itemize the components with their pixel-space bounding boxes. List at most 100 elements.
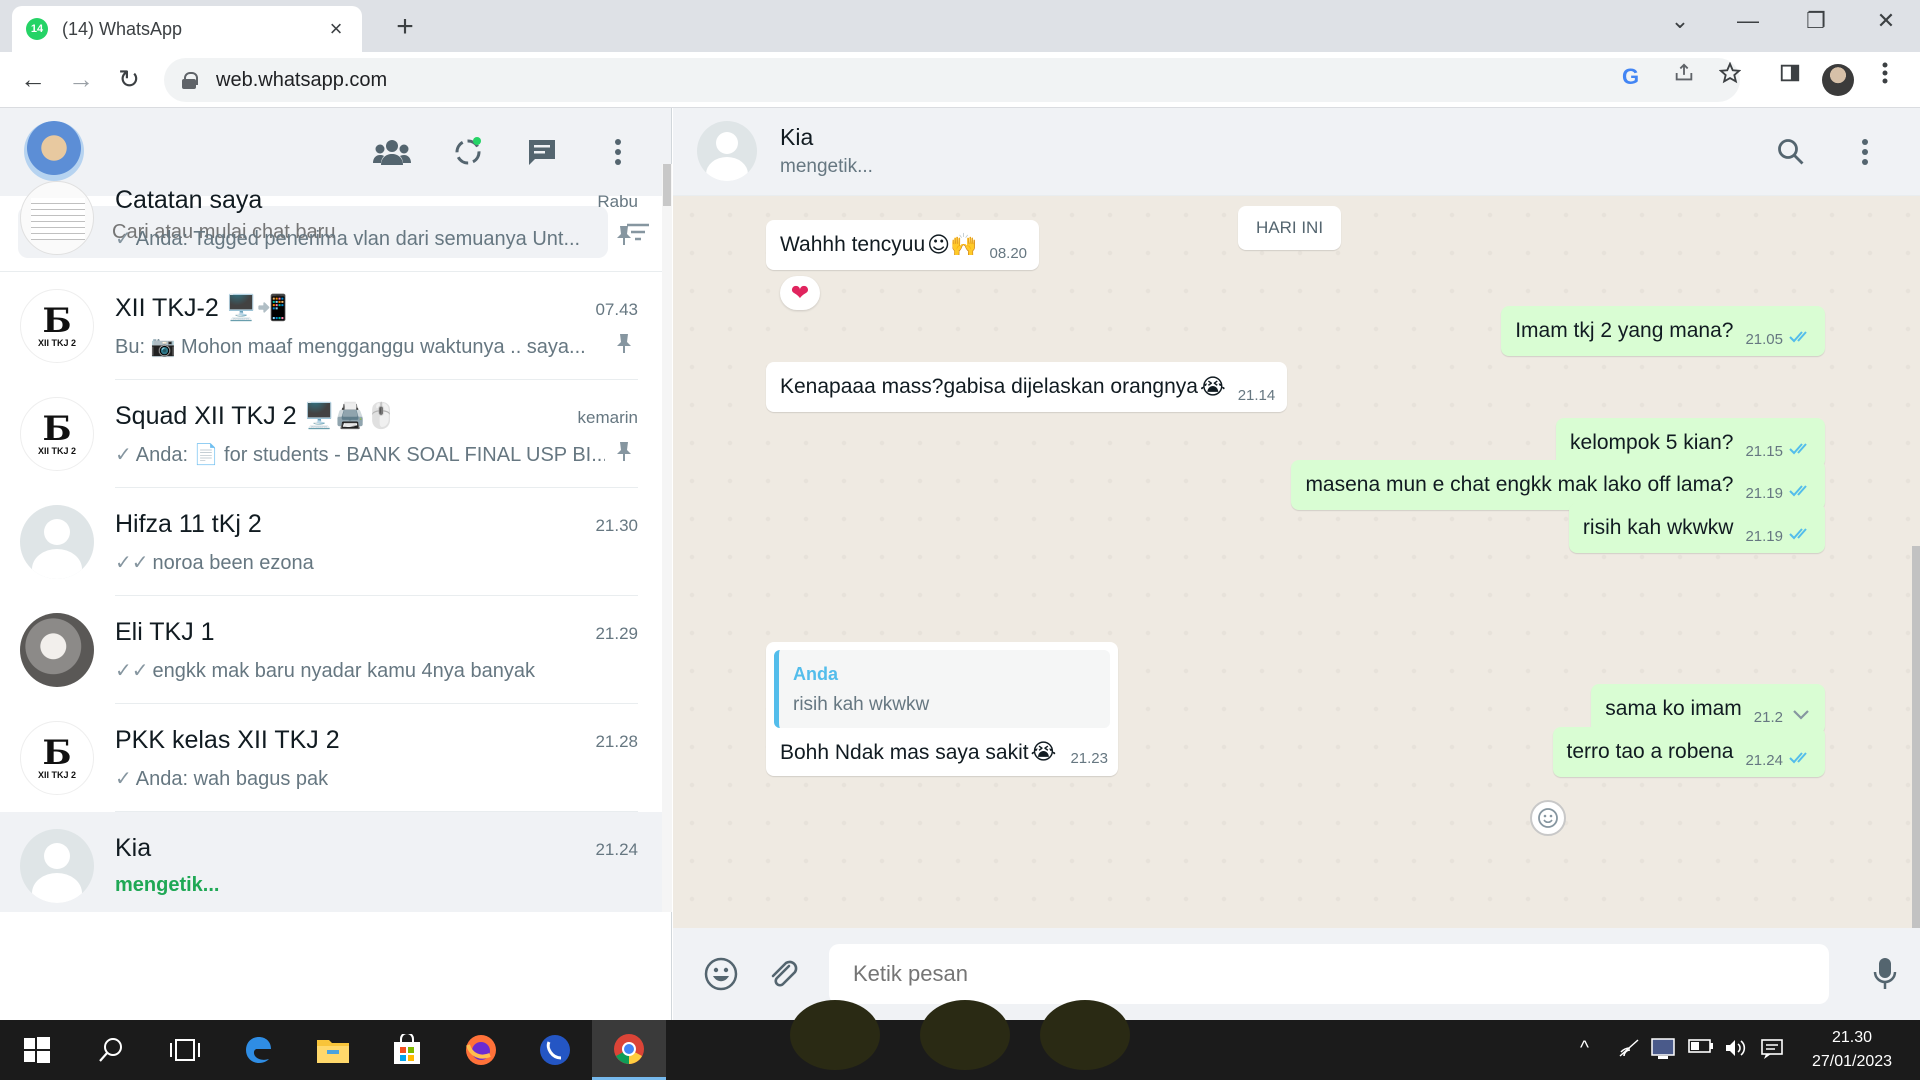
chat-preview-text: engkk mak baru nyadar kamu 4nya banyak: [152, 660, 535, 682]
chat-preview: ✓✓ engkk mak baru nyadar kamu 4nya banyak: [115, 658, 535, 683]
chat-preview: Bu: 📷 Mohon maaf mengganggu waktunya .. …: [115, 334, 586, 359]
network-icon[interactable]: [1650, 1038, 1676, 1066]
sent-check-icon: ✓: [115, 444, 132, 466]
taskbar-clock[interactable]: 21.30 27/01/2023: [1802, 1026, 1902, 1074]
tray-overflow-icon[interactable]: ^: [1580, 1038, 1589, 1060]
quoted-message[interactable]: Anda risih kah wkwkw: [774, 650, 1110, 728]
chat-list-scrollbar[interactable]: [662, 164, 672, 912]
clock-date: 27/01/2023: [1811, 1053, 1893, 1070]
chat-preview-text: Anda: Tagged penerima vlan dari semuanya…: [135, 228, 581, 250]
chat-list-scroll-thumb[interactable]: [663, 164, 671, 206]
window-close-button[interactable]: ✕: [1866, 8, 1906, 34]
search-messages-icon[interactable]: [1771, 132, 1811, 172]
share-icon[interactable]: [1667, 62, 1701, 90]
contact-avatar[interactable]: [697, 121, 757, 181]
read-ticks-icon: [1783, 442, 1813, 460]
forward-button[interactable]: →: [64, 64, 98, 95]
conversation-scrollbar[interactable]: [1912, 546, 1920, 928]
side-panel-icon[interactable]: [1773, 62, 1807, 90]
tab-search-button[interactable]: ⌄: [1660, 8, 1700, 34]
message-text: Imam tkj 2 yang mana?: [1515, 319, 1734, 342]
task-view-icon[interactable]: [148, 1020, 222, 1080]
tab-title: (14) WhatsApp: [62, 18, 183, 39]
browser-tab-whatsapp[interactable]: 14 (14) WhatsApp ×: [12, 6, 362, 52]
conversation-header[interactable]: Kia mengetik...: [673, 108, 1920, 196]
store-icon[interactable]: [370, 1020, 444, 1080]
chat-preview-text: Bu: 📷 Mohon maaf mengganggu waktunya .. …: [115, 336, 586, 358]
message-input[interactable]: [829, 944, 1829, 1004]
firefox-icon[interactable]: [444, 1020, 518, 1080]
microphone-icon[interactable]: [1865, 954, 1905, 994]
browser-menu-icon[interactable]: [1868, 62, 1902, 90]
chat-list-item[interactable]: Catatan saya Rabu ✓ Anda: Tagged penerima v…: [0, 164, 662, 272]
chat-avatar: [20, 181, 94, 255]
volume-icon[interactable]: [1724, 1038, 1748, 1064]
back-button[interactable]: ←: [16, 64, 50, 95]
message-options-chevron-icon[interactable]: [1783, 708, 1813, 726]
chat-list-item[interactable]: Ƃ XII TKJ 2 Squad XII TKJ 2 🖥️🖨️🖱️ kemarin ✓…: [0, 380, 662, 488]
reload-button[interactable]: ↻: [112, 64, 146, 95]
chat-name: Kia: [115, 834, 152, 862]
chat-item-body: Eli TKJ 1 21.29 ✓✓ engkk mak baru nyadar ka…: [115, 596, 638, 704]
chat-time: 21.24: [595, 840, 638, 859]
new-tab-button[interactable]: +: [390, 10, 420, 44]
attach-icon[interactable]: [763, 954, 803, 994]
pin-icon: [614, 440, 636, 464]
read-ticks-icon: [1783, 751, 1813, 769]
chat-name: Eli TKJ 1: [115, 618, 215, 646]
restore-button[interactable]: ❐: [1796, 8, 1836, 34]
edge-icon[interactable]: [222, 1020, 296, 1080]
chat-avatar: [20, 505, 94, 579]
taskbar-search-icon[interactable]: [74, 1020, 148, 1080]
outgoing-message[interactable]: risih kah wkwkw 21.19: [1568, 503, 1825, 553]
chat-list-item[interactable]: Hifza 11 tKj 2 21.30 ✓✓ noroa been ezona: [0, 488, 662, 596]
chat-list-item[interactable]: Kia 21.24 mengetik...: [0, 812, 662, 912]
chat-preview: ✓ Anda: Tagged penerima vlan dari semuany…: [115, 226, 580, 251]
chrome-icon[interactable]: [592, 1020, 666, 1080]
message-meta: 08.20: [989, 245, 1027, 262]
ime-icon[interactable]: [1760, 1038, 1784, 1066]
reply-message-bubble[interactable]: Anda risih kah wkwkw Bohh Ndak mas saya …: [766, 642, 1118, 776]
outgoing-message[interactable]: terro tao a robena 21.24: [1552, 727, 1825, 777]
reply-text-content: Bohh Ndak mas saya sakit: [780, 741, 1029, 764]
google-lens-icon[interactable]: G: [1622, 64, 1639, 90]
quoted-author: Anda: [793, 664, 838, 684]
chat-preview-text: Anda: 📄 for students - BANK SOAL FINAL U…: [135, 444, 605, 466]
outgoing-message[interactable]: Imam tkj 2 yang mana? 21.05: [1501, 306, 1825, 356]
bookmark-star-icon[interactable]: [1713, 61, 1747, 90]
file-explorer-icon[interactable]: [296, 1020, 370, 1080]
profile-avatar[interactable]: [1822, 64, 1854, 96]
incoming-message[interactable]: Wahhh tencyuu ☺🙌 08.20: [766, 220, 1040, 270]
emoji-icon[interactable]: [701, 954, 741, 994]
chat-list-item[interactable]: Ƃ XII TKJ 2 PKK kelas XII TKJ 2 21.28 ✓ Anda:…: [0, 704, 662, 812]
phone-app-icon[interactable]: [518, 1020, 592, 1080]
tab-close-button[interactable]: ×: [324, 16, 348, 42]
conversation-menu-icon[interactable]: [1845, 132, 1885, 172]
message-text: terro tao a robena: [1566, 740, 1734, 763]
contact-status: mengetik...: [780, 156, 873, 177]
chat-name: Catatan saya: [115, 186, 263, 214]
message-time: 21.14: [1237, 386, 1276, 404]
minimize-button[interactable]: —: [1728, 8, 1768, 34]
battery-icon[interactable]: [1688, 1038, 1714, 1060]
class-logo-subtitle: XII TKJ 2: [37, 770, 76, 780]
message-meta: 21.15: [1745, 442, 1813, 460]
chat-list-item[interactable]: Ƃ XII TKJ 2 XII TKJ-2 🖥️📲 07.43 Bu: 📷 Mohon …: [0, 272, 662, 380]
chat-avatar: [20, 829, 94, 903]
start-button[interactable]: [0, 1020, 74, 1080]
browser-tab-bar: 14 (14) WhatsApp × + ⌄ — ❐ ✕: [0, 0, 1920, 52]
incoming-message[interactable]: Kenapaaa mass?gabisa dijelaskan orangnya…: [766, 362, 1288, 412]
chat-list-item[interactable]: Eli TKJ 1 21.29 ✓✓ engkk mak baru nyadar ka…: [0, 596, 662, 704]
wifi-icon[interactable]: [1618, 1038, 1642, 1064]
pin-icon: [614, 224, 636, 248]
chat-avatar: Ƃ XII TKJ 2: [20, 397, 94, 471]
address-bar[interactable]: web.whatsapp.com: [164, 58, 1740, 102]
chat-preview-text: mengetik...: [115, 874, 220, 896]
heart-reaction[interactable]: ❤: [780, 276, 820, 310]
chat-item-body: Squad XII TKJ 2 🖥️🖨️🖱️ kemarin ✓ Anda: 📄 fo…: [115, 380, 638, 488]
chat-name: Hifza 11 tKj 2: [115, 510, 262, 538]
lock-icon[interactable]: [182, 72, 198, 89]
contact-name[interactable]: Kia: [780, 124, 813, 151]
chat-name: XII TKJ-2 🖥️📲: [115, 294, 288, 322]
add-reaction-icon[interactable]: [1530, 800, 1566, 836]
